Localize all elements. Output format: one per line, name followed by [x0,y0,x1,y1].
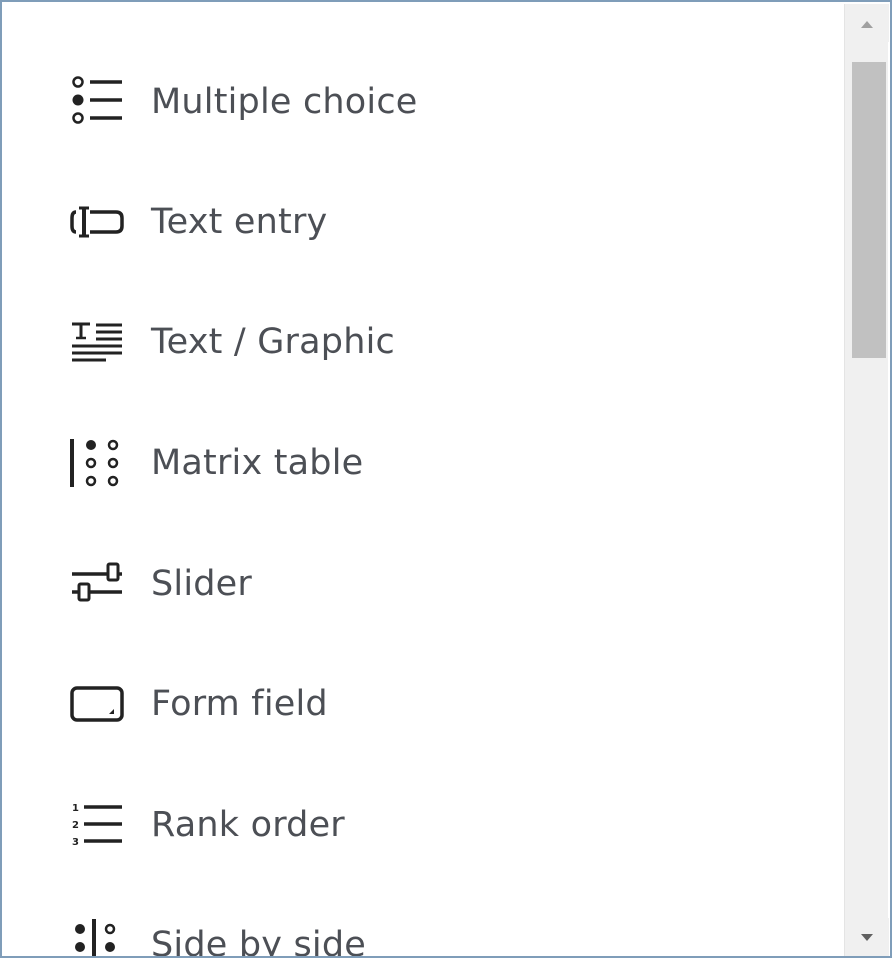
svg-text:2: 2 [72,820,79,831]
text-graphic-icon [66,312,126,372]
menu-item-label: Side by side [151,925,366,956]
scroll-up-arrow-icon [859,14,875,33]
rank-order-icon: 1 2 3 [66,795,126,855]
side-by-side-icon [66,915,126,956]
menu-item-text-graphic[interactable]: Text / Graphic [4,287,838,397]
menu-item-rank-order[interactable]: 1 2 3 Rank order [4,770,838,880]
question-type-list: Multiple choice Text entry Text / Graphi… [4,4,838,956]
question-type-dropdown: Multiple choice Text entry Text / Graphi… [0,0,892,958]
svg-text:1: 1 [72,803,79,814]
scroll-up-button[interactable] [845,4,889,42]
menu-item-label: Rank order [151,805,345,845]
text-entry-icon [66,192,126,252]
svg-text:3: 3 [72,837,79,848]
menu-item-label: Text entry [151,202,328,242]
scroll-down-arrow-icon [859,928,875,947]
menu-item-matrix-table[interactable]: Matrix table [4,408,838,518]
form-field-icon [66,674,126,734]
matrix-table-icon [66,433,126,493]
menu-item-text-entry[interactable]: Text entry [4,167,838,277]
menu-item-side-by-side[interactable]: Side by side [4,890,838,956]
menu-item-label: Text / Graphic [151,322,395,362]
multiple-choice-icon [66,72,126,132]
menu-item-label: Multiple choice [151,82,418,122]
scroll-down-button[interactable] [845,918,889,956]
menu-item-slider[interactable]: Slider [4,529,838,639]
menu-item-multiple-choice[interactable]: Multiple choice [4,47,838,157]
menu-item-label: Matrix table [151,443,364,483]
scrollbar-thumb[interactable] [852,62,886,358]
menu-item-label: Slider [151,564,253,604]
menu-item-label: Form field [151,684,328,724]
menu-item-form-field[interactable]: Form field [4,649,838,759]
vertical-scrollbar[interactable] [844,4,889,956]
slider-icon [66,554,126,614]
